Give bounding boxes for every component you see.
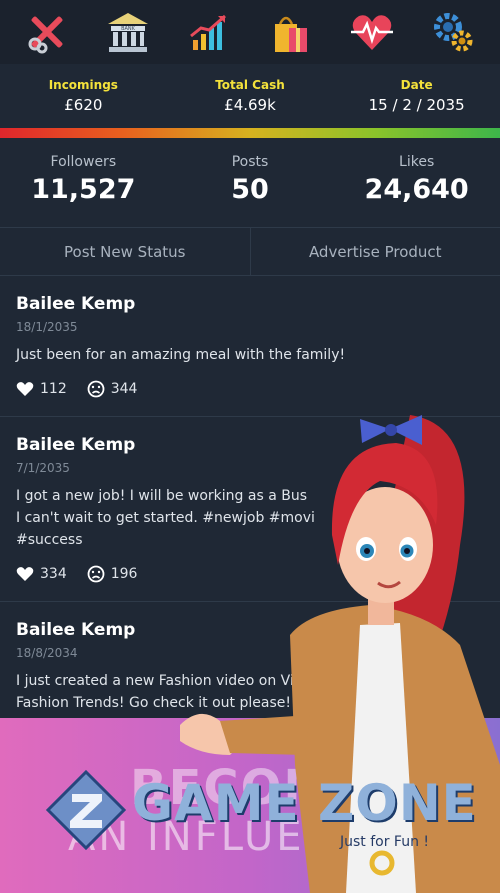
post-text: Just been for an amazing meal with the f…	[16, 347, 346, 363]
tools-icon[interactable]	[21, 6, 73, 58]
likes-value: 24,640	[364, 174, 469, 205]
like-reaction[interactable]: 334	[16, 566, 67, 582]
sad-face-icon	[87, 565, 105, 583]
status-gradient-bar	[0, 128, 500, 138]
like-reaction[interactable]: 112	[16, 381, 67, 397]
bank-icon[interactable]: BANK	[102, 6, 154, 58]
incomings-stat: Incomings £620	[8, 78, 158, 128]
advertise-product-button[interactable]: Advertise Product	[249, 228, 500, 275]
date-value: 15 / 2 / 2035	[368, 96, 465, 114]
settings-gears-icon[interactable]	[427, 6, 479, 58]
date-stat: Date 15 / 2 / 2035	[342, 78, 492, 128]
post-date: 18/1/2035	[16, 320, 78, 334]
post-author: Bailee Kemp	[16, 294, 136, 314]
bank-label: BANK	[121, 26, 136, 32]
sad-face-icon	[87, 380, 105, 398]
dislike-count: 344	[110, 381, 138, 397]
total-cash-stat: Total Cash £4.69k	[175, 78, 325, 128]
post-new-status-button[interactable]: Post New Status	[0, 228, 250, 275]
followers-value: 11,527	[31, 174, 136, 205]
game-zone-logo: GAME ZONE Just for Fun !	[44, 768, 476, 856]
posts-stat: Posts 50	[175, 154, 325, 227]
growth-chart-icon[interactable]	[183, 6, 235, 58]
top-toolbar: BANK	[0, 0, 500, 64]
dislike-count: 196	[110, 566, 138, 582]
heart-health-icon[interactable]	[346, 6, 398, 58]
like-count: 334	[40, 566, 67, 582]
posts-value: 50	[231, 174, 269, 205]
social-stats: Followers 11,527 Posts 50 Likes 24,640	[0, 138, 500, 228]
shopping-bag-icon[interactable]	[265, 6, 317, 58]
likes-label: Likes	[399, 154, 435, 170]
incomings-label: Incomings	[48, 78, 118, 92]
game-zone-z-logo-icon	[45, 769, 127, 851]
dislike-reaction[interactable]: 196	[87, 565, 138, 583]
heart-icon	[16, 567, 34, 581]
likes-stat: Likes 24,640	[342, 154, 492, 227]
dislike-reaction[interactable]: 344	[87, 380, 138, 398]
followers-label: Followers	[50, 154, 117, 170]
finance-stats: Incomings £620 Total Cash £4.69k Date 15…	[0, 64, 500, 128]
heart-icon	[16, 382, 34, 396]
posts-label: Posts	[231, 154, 269, 170]
action-bar: Post New Status Advertise Product	[0, 228, 500, 276]
total-cash-value: £4.69k	[224, 96, 276, 114]
game-zone-tagline: Just for Fun !	[340, 834, 430, 850]
game-zone-wordmark: GAME ZONE	[132, 774, 477, 832]
followers-stat: Followers 11,527	[8, 154, 158, 227]
total-cash-label: Total Cash	[215, 78, 285, 92]
incomings-value: £620	[64, 96, 103, 114]
date-label: Date	[400, 78, 433, 92]
like-count: 112	[40, 381, 67, 397]
